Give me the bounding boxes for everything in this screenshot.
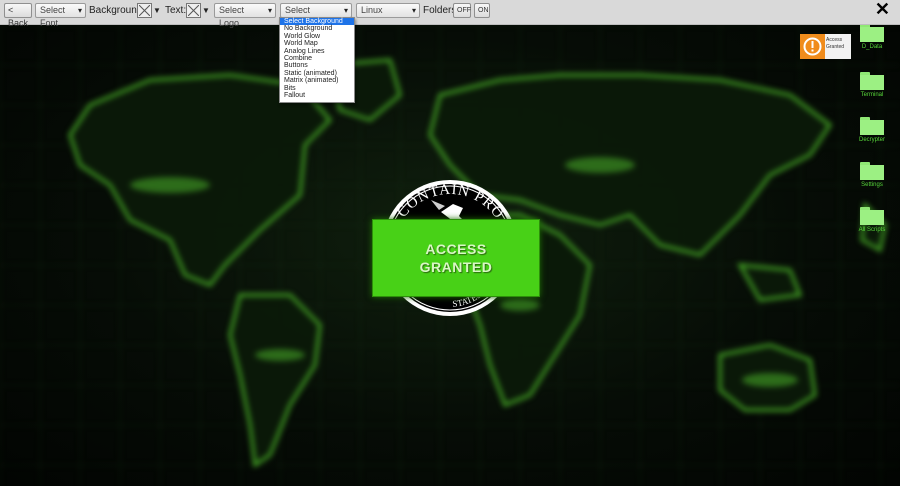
folder-icon xyxy=(860,207,884,225)
folder-icon xyxy=(860,24,884,42)
warning-card-line-1: Access xyxy=(826,37,843,43)
background-select[interactable]: Select Background xyxy=(280,3,352,28)
dropdown-option[interactable]: Bits xyxy=(280,85,354,92)
folders-on-button[interactable]: ON xyxy=(474,3,490,18)
dropdown-option[interactable]: Combine xyxy=(280,55,354,62)
background-dropdown-list: Select Background No Background World Glow… xyxy=(279,17,355,103)
folder-d-data[interactable]: D_Data xyxy=(852,24,892,51)
os-select[interactable]: Linux xyxy=(356,3,420,18)
folder-settings[interactable]: Settings xyxy=(852,162,892,189)
toolbar: < Back Select Font Background: ▼ Text: ▼… xyxy=(0,0,900,28)
dropdown-option[interactable]: Matrix (animated) xyxy=(280,77,354,84)
dropdown-option[interactable]: World Glow xyxy=(280,33,354,40)
access-granted-panel: ACCESS GRANTED xyxy=(372,219,540,297)
warning-card-line-2: Granted xyxy=(826,44,845,50)
folder-label: Decrypter xyxy=(858,137,885,143)
close-icon[interactable]: ✕ xyxy=(875,0,890,20)
logo-select[interactable]: Select Logo xyxy=(214,3,276,28)
folder-decrypter[interactable]: Decrypter xyxy=(852,117,892,144)
warning-icon xyxy=(803,37,822,56)
dropdown-option[interactable]: Static (animated) xyxy=(280,70,354,77)
text-color-swatch[interactable] xyxy=(186,3,201,18)
dropdown-option[interactable]: Analog Lines xyxy=(280,48,354,55)
font-select[interactable]: Select Font xyxy=(35,3,86,28)
folder-label: All Scripts xyxy=(858,227,886,233)
background-color-arrow-icon[interactable]: ▼ xyxy=(153,3,161,18)
folder-icon xyxy=(860,72,884,90)
warning-button[interactable] xyxy=(800,34,825,59)
dropdown-option[interactable]: Fallout xyxy=(280,92,354,99)
folder-label: Terminal xyxy=(860,92,884,98)
folder-icon xyxy=(860,117,884,135)
text-label: Text: xyxy=(165,5,187,16)
folder-all-scripts[interactable]: All Scripts xyxy=(852,207,892,234)
access-line-2: GRANTED xyxy=(419,259,493,275)
dropdown-option[interactable]: World Map xyxy=(280,40,354,47)
access-line-1: ACCESS xyxy=(425,241,487,257)
text-color-arrow-icon[interactable]: ▼ xyxy=(202,3,210,18)
back-button[interactable]: < Back xyxy=(4,3,32,28)
dropdown-option[interactable]: No Background xyxy=(280,25,354,32)
dropdown-option[interactable]: Buttons xyxy=(280,62,354,69)
background-color-swatch[interactable] xyxy=(137,3,152,18)
folder-icon xyxy=(860,162,884,180)
folders-off-button[interactable]: OFF xyxy=(453,3,471,18)
warning-card: Access Granted xyxy=(825,34,851,59)
folder-label: D_Data xyxy=(861,44,883,50)
dropdown-option[interactable]: Select Background xyxy=(280,18,354,26)
folder-terminal[interactable]: Terminal xyxy=(852,72,892,99)
folder-label: Settings xyxy=(861,182,883,188)
